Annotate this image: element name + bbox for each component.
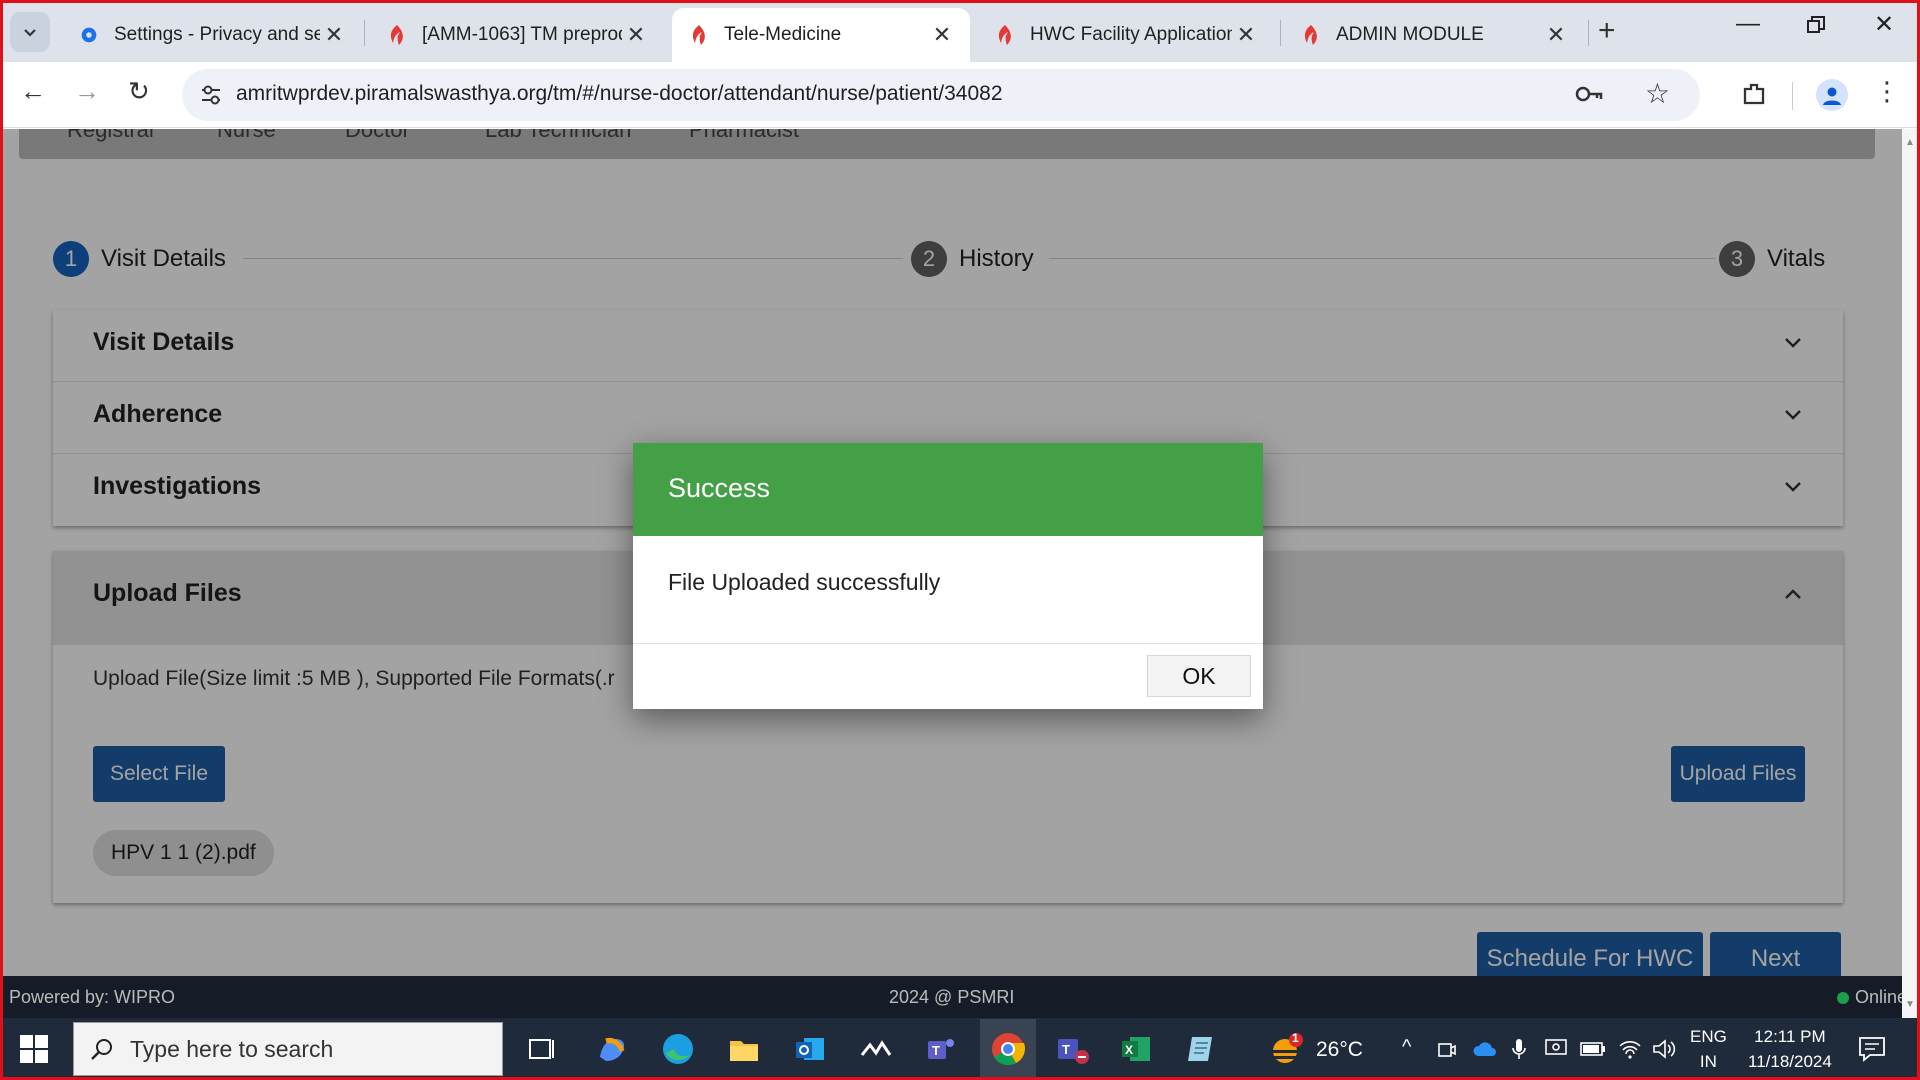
person-icon — [1823, 87, 1841, 105]
chrome-icon — [992, 1033, 1026, 1066]
tab-hwc-facility[interactable]: HWC Facility Application ✕ — [978, 8, 1274, 62]
scroll-down-icon[interactable]: ▼ — [1905, 999, 1915, 1010]
tab-close-icon[interactable]: ✕ — [1542, 22, 1570, 48]
reload-icon[interactable]: ↻ — [128, 76, 150, 107]
tab-close-icon[interactable]: ✕ — [928, 22, 956, 48]
excel-icon[interactable]: X — [1116, 1029, 1156, 1069]
window-close-icon[interactable]: ✕ — [1874, 10, 1894, 39]
url-text: amritwprdev.piramalswasthya.org/tm/#/nur… — [236, 82, 1003, 105]
extensions-icon[interactable] — [1740, 80, 1768, 108]
site-info-icon[interactable] — [200, 82, 222, 108]
tab-separator — [364, 20, 365, 46]
wifi-icon[interactable] — [1618, 1038, 1642, 1060]
forward-icon[interactable]: → — [74, 76, 100, 107]
edge-icon[interactable] — [658, 1029, 698, 1069]
back-icon[interactable]: ← — [20, 76, 46, 107]
chrome-taskbar-item[interactable] — [980, 1019, 1036, 1079]
language-code: ENG — [1690, 1027, 1727, 1046]
weather-widget[interactable]: 1 26°C — [1268, 1031, 1363, 1068]
tab-close-icon[interactable]: ✕ — [1232, 22, 1260, 48]
region-code: IN — [1699, 1052, 1717, 1071]
tab-title: [AMM-1063] TM preprod — [422, 24, 622, 45]
page-scrollbar[interactable]: ▲ ▼ — [1902, 129, 1917, 1018]
tab-title: Tele-Medicine — [724, 24, 842, 45]
notepad-icon[interactable] — [1182, 1029, 1222, 1069]
tab-separator — [1280, 20, 1281, 46]
tray-chevron-up-icon[interactable]: ^ — [1402, 1036, 1411, 1059]
svg-text:T: T — [1062, 1042, 1070, 1057]
file-explorer-icon[interactable] — [724, 1029, 764, 1069]
key-icon[interactable] — [1574, 81, 1604, 107]
tab-tele-medicine[interactable]: Tele-Medicine ✕ — [672, 8, 970, 62]
svg-text:T: T — [932, 1043, 940, 1058]
app-logo-icon — [390, 25, 403, 45]
copilot-icon[interactable] — [592, 1029, 632, 1069]
browser-toolbar: ← → ↻ amritwprdev.piramalswasthya.org/tm… — [0, 62, 1920, 128]
ok-button[interactable]: OK — [1147, 655, 1251, 697]
task-view-icon[interactable] — [522, 1029, 562, 1069]
tab-separator — [1588, 20, 1589, 46]
taskbar-search-box[interactable]: Type here to search — [73, 1022, 503, 1076]
tab-title: ADMIN MODULE — [1336, 24, 1484, 45]
search-icon — [91, 1039, 112, 1060]
address-bar[interactable]: amritwprdev.piramalswasthya.org/tm/#/nur… — [182, 69, 1700, 121]
tab-search-button[interactable] — [10, 12, 50, 52]
new-tab-icon[interactable]: + — [1598, 14, 1616, 48]
minimize-icon[interactable]: — — [1736, 10, 1760, 38]
taskbar-clock[interactable]: 12:11 PM 11/18/2024 — [1748, 1024, 1832, 1074]
scroll-up-icon[interactable]: ▲ — [1905, 137, 1915, 148]
dialog-title: Success — [633, 443, 1263, 536]
temperature-text: 26°C — [1316, 1038, 1363, 1061]
bookmark-star-icon[interactable]: ☆ — [1645, 77, 1670, 110]
teams-classic-icon[interactable]: T — [1052, 1029, 1092, 1069]
battery-icon[interactable] — [1580, 1042, 1606, 1056]
teams-icon[interactable]: T — [920, 1029, 960, 1069]
app-logo-icon — [692, 25, 705, 45]
clock-time: 12:11 PM — [1754, 1027, 1826, 1046]
tab-title: HWC Facility Application — [1030, 24, 1232, 45]
tab-amm-1063[interactable]: [AMM-1063] TM preprod ✕ — [370, 8, 664, 62]
weather-badge: 1 — [1292, 1031, 1299, 1045]
browser-menu-icon[interactable]: ⋮ — [1874, 76, 1900, 107]
microphone-icon[interactable] — [1512, 1038, 1526, 1060]
taskbar-search-placeholder: Type here to search — [130, 1035, 334, 1062]
app-logo-icon — [1304, 25, 1317, 45]
notifications-icon[interactable] — [1858, 1036, 1886, 1062]
clock-date: 11/18/2024 — [1748, 1052, 1832, 1071]
restore-icon[interactable] — [1806, 14, 1826, 42]
browser-tabstrip: Settings - Privacy and sec ✕ [AMM-1063] … — [0, 0, 1920, 62]
tab-admin-module[interactable]: ADMIN MODULE ✕ — [1284, 8, 1584, 62]
tab-title: Settings - Privacy and sec — [114, 24, 320, 45]
chevron-down-icon — [24, 29, 36, 37]
tab-close-icon[interactable]: ✕ — [320, 22, 348, 48]
meet-now-icon[interactable] — [1438, 1040, 1456, 1060]
display-icon[interactable] — [1544, 1038, 1568, 1060]
profile-avatar[interactable] — [1816, 79, 1848, 111]
swiftkey-icon[interactable] — [856, 1029, 896, 1069]
toolbar-divider — [1792, 82, 1793, 110]
success-dialog: Success File Uploaded successfully OK — [633, 443, 1263, 709]
gear-icon — [81, 27, 97, 43]
volume-icon[interactable] — [1652, 1038, 1676, 1060]
windows-taskbar: Type here to search T T X 1 26°C ^ ENG I… — [0, 1018, 1920, 1080]
tab-close-icon[interactable]: ✕ — [622, 22, 650, 48]
tab-settings[interactable]: Settings - Privacy and sec ✕ — [62, 8, 362, 62]
windows-start-icon[interactable] — [20, 1035, 48, 1063]
onedrive-icon[interactable] — [1472, 1042, 1498, 1058]
input-language[interactable]: ENG IN — [1690, 1024, 1727, 1074]
app-logo-icon — [998, 25, 1011, 45]
modal-backdrop-footer — [3, 976, 1902, 1018]
outlook-icon[interactable] — [790, 1029, 830, 1069]
svg-text:X: X — [1125, 1043, 1133, 1057]
dialog-message: File Uploaded successfully — [633, 536, 1263, 644]
